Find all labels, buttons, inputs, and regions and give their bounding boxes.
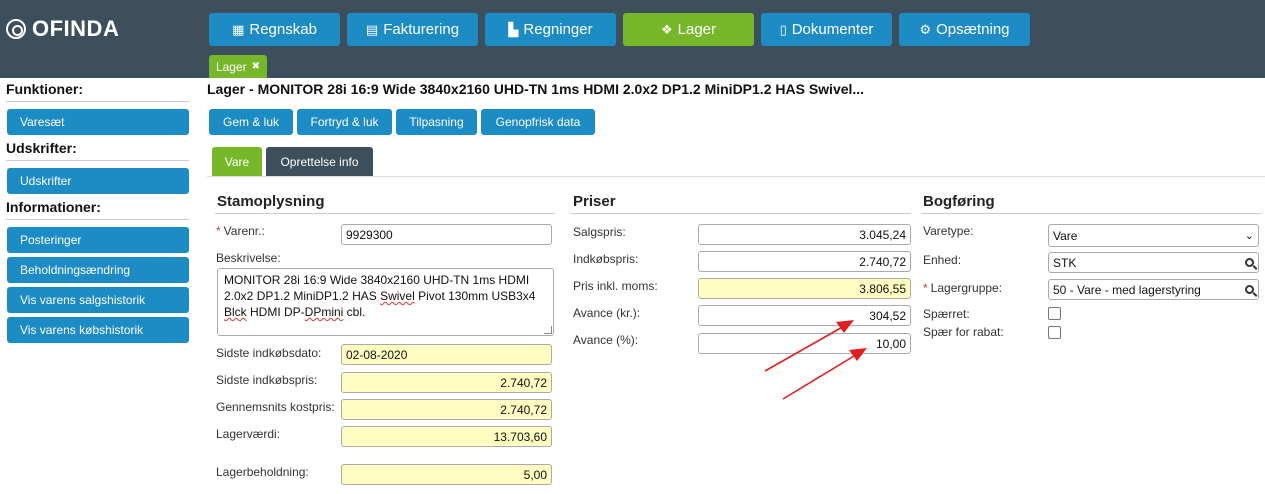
varetype-label: Varetype: [923,224,974,238]
avance-kr-field[interactable]: 304,52 [698,305,911,326]
enhed-field[interactable]: STK [1048,252,1259,273]
varetype-select[interactable]: Vare ⌄ [1048,224,1259,247]
search-icon[interactable] [1245,258,1254,267]
nav-dokumenter[interactable]: ▯ Dokumenter [761,13,892,46]
divider [207,176,1265,177]
section-title-stamoplysning: Stamoplysning [217,193,325,210]
desc-line: Blck HDMI DP-DPmini cbl. [224,305,366,319]
sidebar-heading-udskrifter: Udskrifter: [6,140,77,156]
logo[interactable]: OFINDA [6,16,119,42]
divider [921,213,1261,214]
varenr-label: * Varenr.: [216,224,265,238]
spaerret-label: Spærret: [923,307,970,321]
nav-regnskab[interactable]: ▦ Regnskab [209,13,340,46]
divider [6,101,189,102]
beskrivelse-label: Beskrivelse: [216,251,281,265]
required-marker: * [923,281,928,295]
pris-inkl-moms-field[interactable]: 3.806,55 [698,278,911,299]
search-icon[interactable] [1245,285,1254,294]
annotation-arrow [782,348,867,400]
sidebar-heading-informationer: Informationer: [6,199,101,215]
gear-icon: ⚙ [919,21,932,37]
spaerret-checkbox[interactable] [1048,307,1061,320]
posteringer-button[interactable]: Posteringer [7,227,189,253]
sidste-indkobspris-label: Sidste indkøbspris: [216,373,318,387]
lagerbeholdning-field[interactable]: 5,00 [341,464,552,485]
divider [6,219,189,220]
salgspris-field[interactable]: 3.045,24 [698,224,911,245]
avance-kr-label: Avance (kr.): [573,306,641,320]
beskrivelse-textarea[interactable]: MONITOR 28i 16:9 Wide 3840x2160 UHD-TN 1… [217,268,554,336]
spaer-for-rabat-label: Spær for rabat: [923,325,1004,339]
nav-regninger[interactable]: ▙ Regninger [485,13,616,46]
resize-handle[interactable] [544,326,552,334]
sidste-indkobsdato-field[interactable]: 02-08-2020 [341,344,552,365]
sidebar-heading-funktioner: Funktioner: [6,81,83,97]
divider [215,213,555,214]
pris-inkl-moms-label: Pris inkl. moms: [573,279,658,293]
calendar-icon: ▦ [232,21,245,37]
avance-pct-label: Avance (%): [573,333,639,347]
refresh-button[interactable]: Genopfrisk data [481,109,595,135]
industry-icon: ▙ [508,21,519,37]
lagervaerdi-label: Lagerværdi: [216,427,281,441]
clipboard-icon: ▤ [365,21,379,37]
enhed-label: Enhed: [923,253,962,267]
nav-fakturering[interactable]: ▤ Fakturering [347,13,478,46]
udskrifter-button[interactable]: Udskrifter [7,168,189,194]
nav-opsaetning[interactable]: ⚙ Opsætning [899,13,1030,46]
page-title: Lager - MONITOR 28i 16:9 Wide 3840x2160 … [207,81,865,97]
top-bar: OFINDA ▦ Regnskab ▤ Fakturering ▙ Regninger… [0,0,1265,78]
salgshistorik-button[interactable]: Vis varens salgshistorik [7,287,189,313]
varenr-field[interactable]: 9929300 [341,224,552,245]
adjust-button[interactable]: Tilpasning [396,109,477,135]
nav-lager[interactable]: ❖ Lager [623,13,754,46]
tab-vare[interactable]: Vare [212,147,262,176]
lagervaerdi-field[interactable]: 13.703,60 [341,426,552,447]
salgspris-label: Salgspris: [573,225,626,239]
logo-text: OFINDA [32,16,120,41]
lagerbeholdning-label: Lagerbeholdning: [216,465,309,479]
desc-line: MONITOR 28i 16:9 Wide 3840x2160 UHD-TN 1… [224,273,530,287]
tab-oprettelse-info[interactable]: Oprettelse info [266,147,373,176]
undo-close-button[interactable]: Fortryd & luk [297,109,392,135]
spaer-for-rabat-checkbox[interactable] [1048,326,1061,339]
divider [6,160,189,161]
cubes-icon: ❖ [660,21,673,37]
required-marker: * [216,224,221,238]
avance-pct-field[interactable]: 10,00 [698,333,911,354]
indkobspris-field[interactable]: 2.740,72 [698,251,911,272]
open-tab-label: Lager [215,59,247,74]
gennemsnits-kostpris-field[interactable]: 2.740,72 [341,399,552,420]
file-icon: ▯ [779,21,787,37]
save-close-button[interactable]: Gem & luk [209,109,293,135]
sidste-indkobsdato-label: Sidste indkøbsdato: [216,346,322,360]
kobshistorik-button[interactable]: Vis varens købshistorik [7,317,189,343]
sidste-indkobspris-field[interactable]: 2.740,72 [341,372,552,393]
open-tab-lager[interactable]: Lager ✖ [209,55,267,78]
logo-icon [6,19,26,39]
close-icon[interactable]: ✖ [252,61,260,72]
section-title-priser: Priser [573,193,616,210]
section-title-bogforing: Bogføring [923,193,995,210]
lagergruppe-field[interactable]: 50 - Vare - med lagerstyring [1048,279,1259,300]
varesaet-button[interactable]: Varesæt [7,109,189,135]
main-nav: ▦ Regnskab ▤ Fakturering ▙ Regninger ❖ Lager… [209,13,1030,46]
desc-line: 2.0x2 DP1.2 MiniDP1.2 HAS Swivel Pivot 1… [224,289,536,303]
lagergruppe-label: * Lagergruppe: [923,281,1003,295]
chevron-down-icon: ⌄ [1244,230,1254,242]
beholdningsaendring-button[interactable]: Beholdningsændring [7,257,189,283]
divider [571,213,911,214]
indkobspris-label: Indkøbspris: [573,252,639,266]
gennemsnits-kostpris-label: Gennemsnits kostpris: [216,400,335,414]
